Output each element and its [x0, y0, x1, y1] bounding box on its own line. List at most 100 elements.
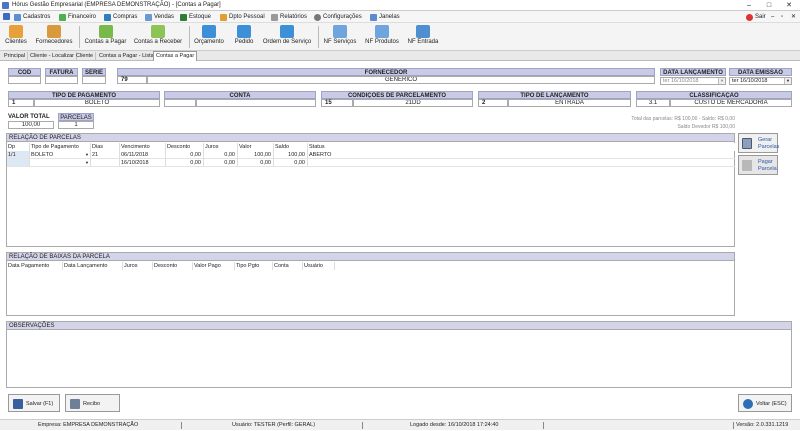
col-tipo-pgto: Tipo Pgto: [235, 262, 273, 270]
observacoes-section[interactable]: OBSERVAÇÕES: [6, 321, 792, 388]
recibo-button[interactable]: Recibo: [65, 394, 120, 412]
maximize-button[interactable]: □: [762, 0, 776, 11]
toolbar-contas-receber[interactable]: Contas a Receber: [132, 24, 184, 50]
mdi-restore[interactable]: ▫: [781, 11, 783, 23]
tipo-lancamento-label: TIPO DE LANÇAMENTO: [478, 91, 631, 99]
toolbar-pedido[interactable]: Pedido: [230, 24, 258, 50]
salvar-button[interactable]: Salvar (F1): [8, 394, 60, 412]
cell-dp: [7, 159, 30, 167]
valor-total-label: VALOR TOTAL: [8, 114, 50, 120]
cell-tipo-pagamento[interactable]: ▼: [30, 159, 91, 167]
status-separator: [733, 422, 734, 429]
status-versao: Versão: 2.0.331.1219: [736, 422, 789, 428]
conta-code[interactable]: [164, 99, 196, 107]
col-dp: Dp: [7, 143, 30, 151]
janelas-icon: [370, 13, 377, 21]
condicoes-code[interactable]: 15: [321, 99, 353, 107]
menu-sair[interactable]: Sair: [746, 11, 766, 23]
status-separator: [543, 422, 544, 429]
tab-cliente-localizar[interactable]: Cliente - Localizar: [28, 52, 78, 61]
mdi-minimize[interactable]: –: [771, 11, 774, 23]
cell-saldo: 0,00: [274, 159, 308, 167]
parcelas-section: RELAÇÃO DE PARCELAS Dp Tipo de Pagamento…: [6, 133, 735, 247]
toolbar-nf-produtos[interactable]: NF Produtos: [363, 24, 401, 50]
tab-cliente[interactable]: Cliente: [74, 52, 97, 61]
menu-compras[interactable]: Compras: [104, 11, 137, 23]
col-valor-pago: Valor Pago: [193, 262, 235, 270]
calendar-dropdown-icon[interactable]: ▼: [784, 78, 791, 84]
tipo-lancamento-code[interactable]: 2: [478, 99, 508, 107]
menu-relatorios[interactable]: Relatórios: [271, 11, 307, 23]
gerar-parcelas-button[interactable]: Gerar Parcelas: [738, 133, 779, 153]
tab-contas-pagar[interactable]: Contas a Pagar: [153, 51, 198, 61]
cell-status: ABERTO: [308, 151, 735, 159]
close-button[interactable]: ✕: [782, 0, 796, 11]
parcelas-field[interactable]: 1: [58, 121, 94, 129]
toolbar-contas-pagar[interactable]: Contas a Pagar: [83, 24, 128, 50]
data-lancamento-field[interactable]: ter 16/10/2018 ▼: [660, 77, 726, 85]
title-bar: Hórus Gestão Empresarial (EMPRESA DEMONS…: [0, 0, 800, 11]
minimize-button[interactable]: –: [742, 0, 756, 11]
menu-janelas[interactable]: Janelas: [370, 11, 400, 23]
status-empresa: Empresa: EMPRESA DEMONSTRAÇÃO: [38, 422, 139, 428]
toolbar-clientes[interactable]: Clientes: [2, 24, 30, 50]
receipt-icon: [70, 399, 80, 409]
fornecedores-icon: [47, 25, 61, 38]
grid-icon: [742, 138, 752, 149]
dpto-pessoal-icon: [220, 13, 227, 21]
calendar-dropdown-icon[interactable]: ▼: [718, 78, 725, 84]
cell-juros: 0,00: [204, 151, 238, 159]
fornecedor-code[interactable]: 79: [117, 76, 147, 84]
contas-pagar-icon: [98, 25, 113, 38]
fornecedor-name[interactable]: GENERICO: [147, 76, 655, 84]
cell-desconto: 0,00: [166, 151, 204, 159]
menu-cadastros[interactable]: Cadastros: [14, 11, 50, 23]
toolbar-fornecedores[interactable]: Fornecedores: [33, 24, 75, 50]
classificacao-name[interactable]: CUSTO DE MERCADORIA: [670, 99, 792, 107]
fatura-label: FATURA: [45, 68, 78, 76]
observacoes-title: OBSERVAÇÕES: [7, 322, 791, 330]
fornecedor-label: FORNECEDOR: [117, 68, 655, 76]
toolbar-ordem-servico[interactable]: Ordem de Serviço: [261, 24, 313, 50]
conta-label: CONTA: [164, 91, 316, 99]
menu-dpto-pessoal[interactable]: Dpto Pessoal: [220, 11, 265, 23]
cell-status: [308, 159, 735, 167]
cell-vencimento: 06/11/2018: [120, 151, 166, 159]
cell-juros: 0,00: [204, 159, 238, 167]
chevron-down-icon[interactable]: ▼: [85, 151, 89, 158]
cod-field[interactable]: [8, 76, 41, 84]
valor-total-field[interactable]: 100,00: [8, 121, 54, 129]
fatura-field[interactable]: [45, 76, 78, 84]
vendas-icon: [145, 13, 152, 21]
chevron-down-icon[interactable]: ▼: [85, 159, 89, 166]
data-emissao-field[interactable]: ter 16/10/2018 ▼: [729, 77, 792, 85]
voltar-button[interactable]: Voltar (ESC): [738, 394, 792, 412]
relatorios-icon: [271, 13, 278, 21]
parcelas-title: RELAÇÃO DE PARCELAS: [7, 134, 734, 142]
cell-tipo-pagamento[interactable]: BOLETO ▼: [30, 151, 91, 159]
tipo-pagamento-name[interactable]: BOLETO: [34, 99, 160, 107]
condicoes-name[interactable]: 21DD: [353, 99, 473, 107]
tab-principal[interactable]: Principal: [2, 52, 29, 61]
col-tipo-pagamento: Tipo de Pagamento: [30, 143, 91, 151]
contas-receber-icon: [151, 25, 165, 38]
conta-name[interactable]: [196, 99, 316, 107]
tipo-lancamento-name[interactable]: ENTRADA: [508, 99, 631, 107]
toolbar-nf-servicos[interactable]: NF Serviços: [322, 24, 358, 50]
menu-configuracoes[interactable]: Configurações: [314, 11, 362, 23]
mdi-close[interactable]: ✕: [791, 11, 796, 23]
classificacao-code[interactable]: 3.1: [636, 99, 670, 107]
toolbar-orcamento[interactable]: Orçamento: [192, 24, 226, 50]
toolbar-nf-entrada[interactable]: NF Entrada: [406, 24, 440, 50]
menu-financeiro[interactable]: Financeiro: [59, 11, 96, 23]
nf-produtos-icon: [375, 25, 389, 38]
tipo-pagamento-code[interactable]: 1: [8, 99, 34, 107]
pagar-parcela-button[interactable]: Pagar Parcela: [738, 155, 778, 175]
col-desconto: Desconto: [166, 143, 204, 151]
menu-estoque[interactable]: Estoque: [180, 11, 211, 23]
col-saldo: Saldo: [274, 143, 308, 151]
tab-contas-pagar-lista[interactable]: Contas a Pagar - Lista: [97, 52, 157, 61]
serie-field[interactable]: [82, 76, 106, 84]
menu-vendas[interactable]: Vendas: [145, 11, 174, 23]
app-icon: [2, 2, 9, 9]
